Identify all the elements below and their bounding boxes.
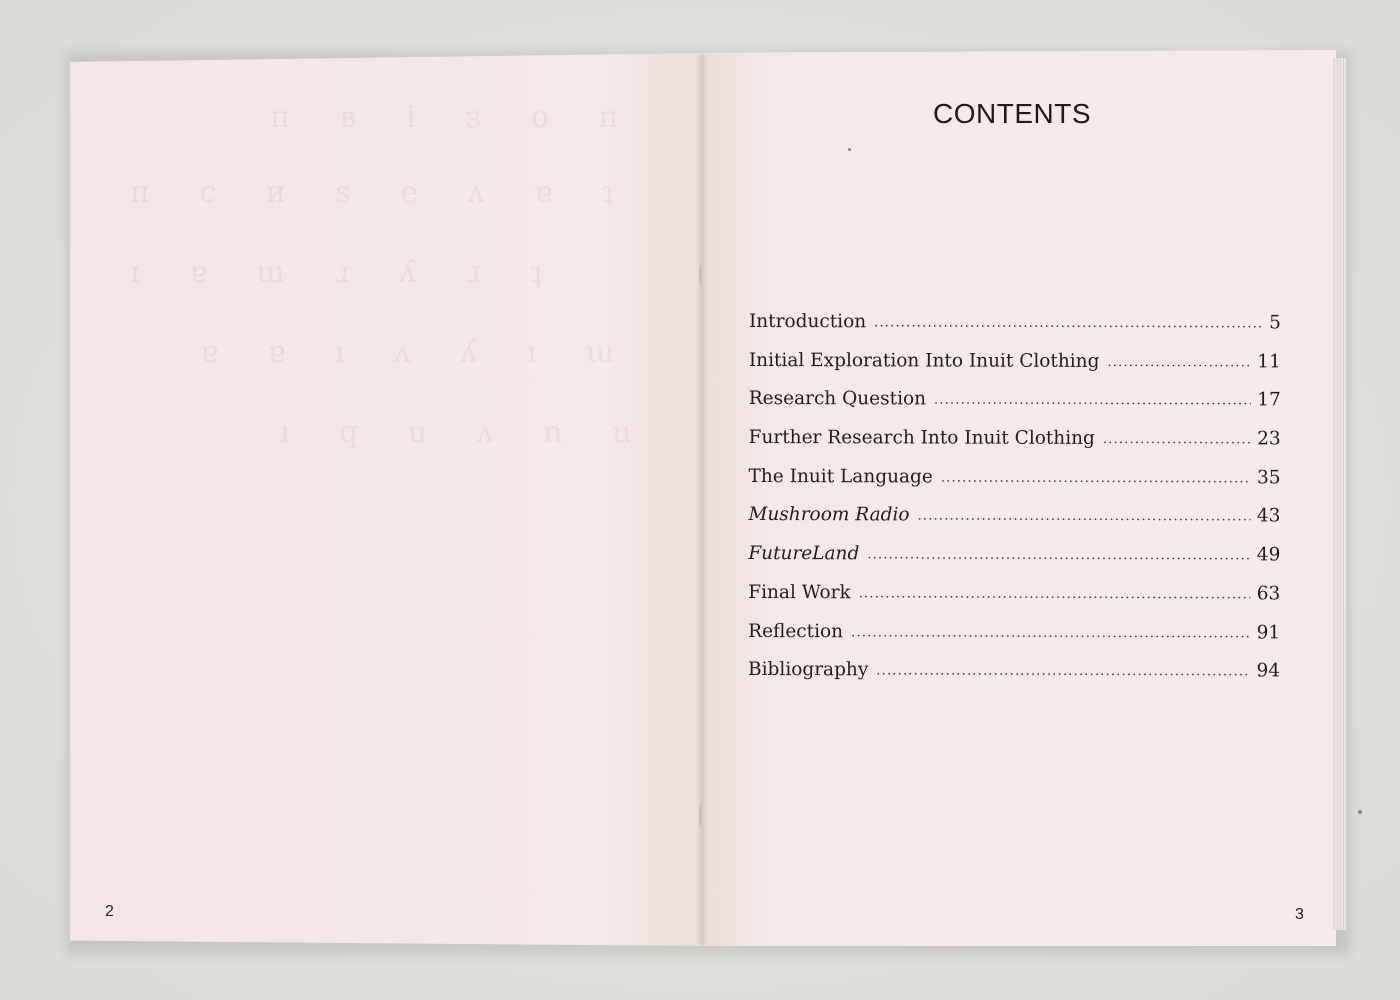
toc-entry[interactable]: Final Work 63 <box>748 582 1280 622</box>
toc-entry-page-number: 11 <box>1257 351 1281 373</box>
toc-dot-leader <box>934 393 1251 409</box>
toc-entry-page-number: 17 <box>1257 389 1281 411</box>
toc-entry[interactable]: Introduction 5 <box>749 311 1281 351</box>
toc-entry-page-number: 43 <box>1256 505 1281 527</box>
right-page-number: 3 <box>1295 906 1304 923</box>
toc-entry-page-number: 63 <box>1256 583 1281 605</box>
toc-entry[interactable]: Reflection 91 <box>748 620 1280 660</box>
page-edges <box>1332 58 1346 930</box>
toc-entry[interactable]: Mushroom Radio 43 <box>748 504 1280 544</box>
toc-entry-title: Mushroom Radio <box>748 504 910 526</box>
toc-entry-page-number: 23 <box>1257 428 1281 450</box>
toc-dot-leader <box>859 586 1251 602</box>
toc-dot-leader <box>867 547 1251 563</box>
toc-entry-page-number: 91 <box>1256 621 1281 643</box>
toc-dot-leader <box>876 664 1250 680</box>
table-of-contents: Introduction 5 Initial Exploration Into In… <box>748 311 1281 699</box>
toc-entry-page-number: 35 <box>1256 467 1281 489</box>
toc-entry-title: The Inuit Language <box>748 465 933 488</box>
toc-dot-leader <box>918 509 1251 525</box>
toc-dot-leader <box>851 625 1251 641</box>
toc-dot-leader <box>941 470 1251 486</box>
toc-dot-leader <box>1107 355 1251 370</box>
toc-entry-page-number: 49 <box>1256 544 1281 566</box>
toc-entry-title: Initial Exploration Into Inuit Clothing <box>748 349 1100 372</box>
toc-dot-leader <box>874 315 1261 331</box>
toc-entry[interactable]: Research Question 17 <box>749 388 1281 428</box>
toc-entry-title: Final Work <box>748 581 851 604</box>
contents-heading: CONTENTS <box>933 98 1091 129</box>
toc-entry[interactable]: Initial Exploration Into Inuit Clothing 1… <box>749 350 1281 390</box>
staple-bottom <box>699 805 702 825</box>
left-page-number: 2 <box>105 903 114 920</box>
toc-entry-title: Bibliography <box>748 659 869 681</box>
toc-entry-title: Further Research Into Inuit Clothing <box>748 427 1095 449</box>
toc-dot-leader <box>1103 432 1251 447</box>
dust-speck <box>848 148 851 151</box>
show-through-letters: п в і з о п п с и s е ʌ ɐ ʇ ɪ ɐ ɯ ɹ ʎ ɹ … <box>130 100 632 450</box>
toc-entry[interactable]: The Inuit Language 35 <box>748 465 1281 506</box>
toc-entry[interactable]: Bibliography 94 <box>748 659 1280 699</box>
toc-entry-page-number: 5 <box>1269 312 1281 334</box>
toc-entry-title: Research Question <box>748 388 927 410</box>
dust-speck <box>1358 810 1362 814</box>
toc-entry-page-number: 94 <box>1256 660 1281 682</box>
toc-entry-title: Reflection <box>748 620 844 642</box>
staple-top <box>699 265 702 285</box>
toc-entry[interactable]: Further Research Into Inuit Clothing 23 <box>749 427 1281 467</box>
toc-entry-title: Introduction <box>748 311 867 333</box>
toc-entry-title: FutureLand <box>748 543 860 565</box>
toc-entry[interactable]: FutureLand 49 <box>748 543 1280 583</box>
